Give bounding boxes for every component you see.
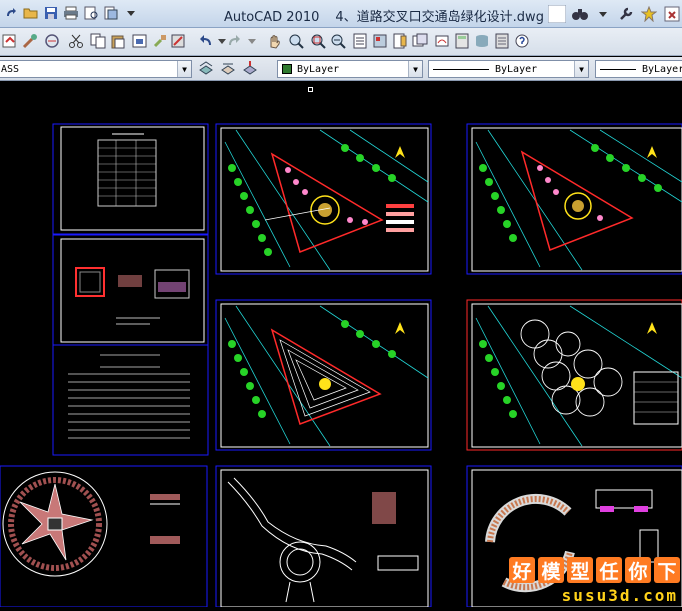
sheet-paving-detail xyxy=(0,465,208,608)
copy-icon[interactable] xyxy=(88,31,108,51)
quickcalc-icon[interactable] xyxy=(452,31,472,51)
watermark-url: susu3d.com xyxy=(561,586,678,605)
tool-palettes-icon[interactable] xyxy=(390,31,410,51)
watermark-char: 下 xyxy=(654,557,680,583)
help-toolbar-icon[interactable] xyxy=(512,31,532,51)
sheet-set-icon[interactable] xyxy=(410,31,430,51)
chevron-down-icon[interactable]: ▼ xyxy=(574,61,588,77)
color-swatch xyxy=(282,64,292,74)
model-space-drawing xyxy=(0,123,682,608)
title-bar: AutoCAD 2010 4、道路交叉口交通岛绿化设计.dwg xyxy=(0,0,682,28)
design-center-icon[interactable] xyxy=(370,31,390,51)
layer-combo-value: ASS xyxy=(1,63,20,75)
save-icon[interactable] xyxy=(42,4,60,22)
block-editor-icon[interactable] xyxy=(168,31,188,51)
pan-icon[interactable] xyxy=(264,31,284,51)
wrench-icon[interactable] xyxy=(616,4,636,24)
chevron-down-icon[interactable]: ▼ xyxy=(408,61,422,77)
sheet-planting-plan-2 xyxy=(466,123,682,275)
linetype-combo-value: ByLayer xyxy=(495,63,538,75)
match-properties-icon[interactable] xyxy=(20,31,40,51)
sheet-index-table xyxy=(52,123,209,235)
linetype-sample xyxy=(433,68,489,70)
dbconnect-icon[interactable] xyxy=(472,31,492,51)
watermark-char: 模 xyxy=(538,557,564,583)
watermark-char: 好 xyxy=(509,557,535,583)
infocenter-group xyxy=(547,3,682,25)
redo-dropdown-icon[interactable] xyxy=(242,31,262,51)
watermark-char: 任 xyxy=(596,557,622,583)
sheet-details xyxy=(52,234,209,346)
sheet-road-layout xyxy=(215,465,432,608)
publish-icon[interactable] xyxy=(102,4,120,22)
file-name: 道路交叉口交通岛绿化设计.dwg xyxy=(356,10,544,25)
dropdown-arrow-icon[interactable] xyxy=(593,4,613,24)
zoom-previous-icon[interactable] xyxy=(328,31,348,51)
window-title: AutoCAD 2010 4、道路交叉口交通岛绿化设计.dwg xyxy=(224,6,544,25)
paste-icon[interactable] xyxy=(108,31,128,51)
lineweight-combo-value: ByLayer xyxy=(642,63,682,75)
redo-icon[interactable] xyxy=(2,4,20,22)
open-folder-icon[interactable] xyxy=(22,4,40,22)
cursor-pickbox xyxy=(308,87,313,92)
app-name: AutoCAD 2010 xyxy=(224,10,320,25)
binoculars-icon[interactable] xyxy=(570,4,590,24)
search-input-box[interactable] xyxy=(547,4,567,24)
matchprop-brush-icon[interactable] xyxy=(150,31,170,51)
markup-set-icon[interactable] xyxy=(432,31,452,51)
sheet-tree-layout-plan xyxy=(466,299,682,451)
color-combo[interactable]: ByLayer ▼ xyxy=(277,60,423,78)
cloud-icon[interactable] xyxy=(42,31,62,51)
calculator-icon[interactable] xyxy=(492,31,512,51)
standard-toolbar xyxy=(0,28,682,56)
help-icon[interactable] xyxy=(662,4,682,24)
new-layer-icon[interactable] xyxy=(0,31,20,51)
make-current-layer-icon[interactable] xyxy=(240,58,260,78)
quick-access-toolbar xyxy=(2,4,140,24)
lineweight-sample xyxy=(600,68,636,70)
layer-combo[interactable]: ASS ▼ xyxy=(0,60,192,78)
drawing-canvas[interactable]: 好 模 型 任 你 下 susu3d.com xyxy=(0,82,682,608)
layer-previous-icon[interactable] xyxy=(196,58,216,78)
print-icon[interactable] xyxy=(62,4,80,22)
star-icon[interactable] xyxy=(639,4,659,24)
lineweight-combo[interactable]: ByLayer xyxy=(595,60,682,78)
sheet-grading-plan xyxy=(215,299,432,451)
properties-icon[interactable] xyxy=(350,31,370,51)
linetype-combo[interactable]: ByLayer ▼ xyxy=(428,60,589,78)
qat-dropdown-icon[interactable] xyxy=(122,4,140,22)
watermark-char: 你 xyxy=(625,557,651,583)
zoom-realtime-icon[interactable] xyxy=(286,31,306,51)
cut-icon[interactable] xyxy=(66,31,86,51)
watermark-char: 型 xyxy=(567,557,593,583)
redo-toolbar-icon[interactable] xyxy=(224,31,244,51)
layer-states-icon[interactable] xyxy=(218,58,238,78)
sheet-planting-plan-1 xyxy=(215,123,432,275)
zoom-window-icon[interactable] xyxy=(308,31,328,51)
layers-toolbar: ASS ▼ ByLayer ▼ ByLayer ▼ ByLayer xyxy=(0,57,682,81)
chevron-down-icon[interactable]: ▼ xyxy=(177,61,191,77)
watermark-banner: 好 模 型 任 你 下 susu3d.com xyxy=(509,557,682,607)
color-combo-value: ByLayer xyxy=(297,63,340,75)
file-prefix: 4、 xyxy=(335,10,357,25)
paste-block-icon[interactable] xyxy=(130,31,150,51)
sheet-material-list xyxy=(52,344,209,456)
plot-preview-icon[interactable] xyxy=(82,4,100,22)
watermark-chars: 好 模 型 任 你 下 xyxy=(509,557,680,583)
